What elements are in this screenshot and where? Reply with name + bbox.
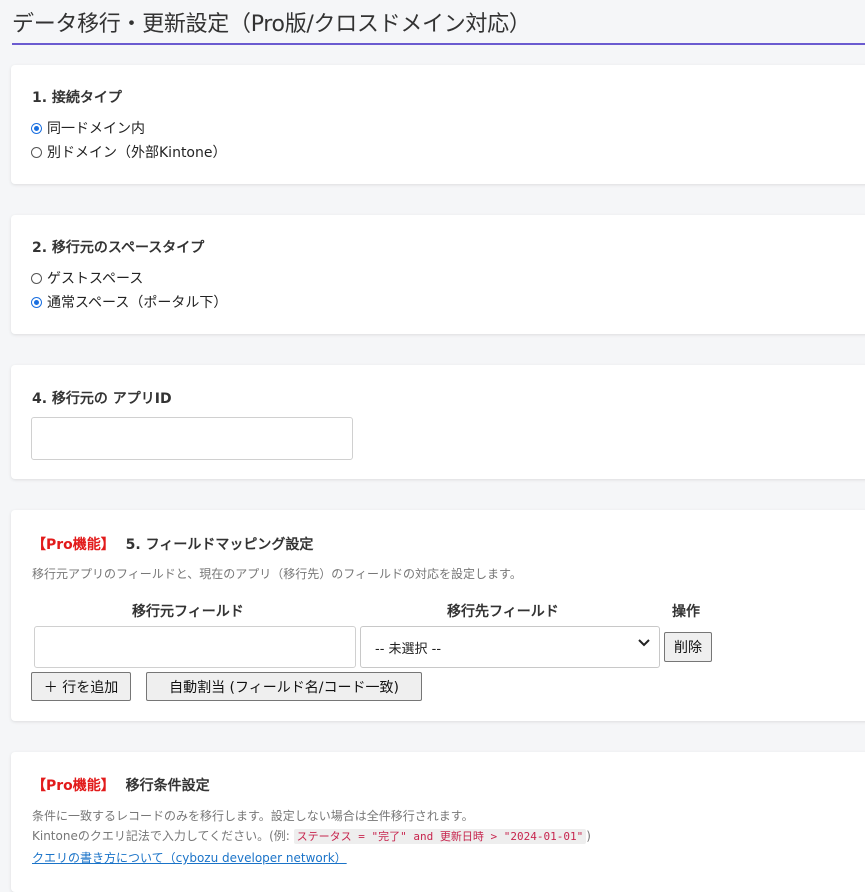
pro-badge: 【Pro機能】 xyxy=(32,537,115,553)
space-option-label: 通常スペース（ポータル下） xyxy=(47,295,228,311)
query-example-code: ステータス = "完了" and 更新日時 > "2024-01-01" xyxy=(293,829,587,844)
chevron-down-icon xyxy=(638,639,650,647)
conditions-query-hint: Kintoneのクエリ記法で入力してください。(例: ステータス = "完了" … xyxy=(32,827,591,844)
connection-option-label: 同一ドメイン内 xyxy=(47,121,145,137)
connection-option-label: 別ドメイン（外部Kintone） xyxy=(47,145,227,161)
query-help-link[interactable]: クエリの書き方について（cybozu developer network） xyxy=(32,849,347,866)
source-field-input[interactable] xyxy=(34,626,356,668)
field-mapping-description: 移行元アプリのフィールドと、現在のアプリ（移行先）のフィールドの対応を設定します… xyxy=(32,567,522,581)
app-id-input[interactable] xyxy=(31,417,353,460)
app-id-title: 4. 移行元の アプリID xyxy=(32,391,172,407)
space-option-normal[interactable]: 通常スペース（ポータル下） xyxy=(31,292,227,312)
add-row-button[interactable]: ＋ 行を追加 xyxy=(31,672,131,701)
connection-option-other-domain[interactable]: 別ドメイン（外部Kintone） xyxy=(31,142,226,162)
delete-row-button[interactable]: 削除 xyxy=(664,632,712,662)
app-id-card: 4. 移行元の アプリID xyxy=(11,365,865,479)
radio-guest-space[interactable] xyxy=(31,272,42,284)
conditions-title-text: 移行条件設定 xyxy=(125,778,210,794)
field-mapping-card: 【Pro機能】 5. フィールドマッピング設定 移行元アプリのフィールドと、現在… xyxy=(11,510,865,721)
radio-normal-space[interactable] xyxy=(31,296,42,308)
space-option-guest[interactable]: ゲストスペース xyxy=(31,268,143,288)
target-field-select-value: -- 未選択 -- xyxy=(375,641,442,657)
space-type-title: 2. 移行元のスペースタイプ xyxy=(32,240,205,256)
auto-assign-button[interactable]: 自動割当 (フィールド名/コード一致) xyxy=(146,672,422,701)
connection-type-title: 1. 接続タイプ xyxy=(32,90,122,106)
conditions-title: 【Pro機能】 移行条件設定 xyxy=(32,775,210,795)
field-mapping-title-text: 5. フィールドマッピング設定 xyxy=(125,537,314,553)
header-source-field: 移行元フィールド xyxy=(132,604,244,620)
connection-type-card: 1. 接続タイプ 同一ドメイン内 別ドメイン（外部Kintone） xyxy=(11,65,865,184)
field-mapping-title: 【Pro機能】 5. フィールドマッピング設定 xyxy=(32,534,313,554)
title-divider xyxy=(12,43,865,45)
space-type-card: 2. 移行元のスペースタイプ ゲストスペース 通常スペース（ポータル下） xyxy=(11,215,865,334)
radio-other-domain[interactable] xyxy=(31,146,42,158)
pro-badge: 【Pro機能】 xyxy=(32,778,115,794)
query-hint-suffix: ) xyxy=(586,829,591,843)
page-title: データ移行・更新設定（Pro版/クロスドメイン対応） xyxy=(12,12,531,37)
connection-option-same-domain[interactable]: 同一ドメイン内 xyxy=(31,118,145,138)
query-hint-prefix: Kintoneのクエリ記法で入力してください。(例: xyxy=(32,829,294,843)
radio-same-domain[interactable] xyxy=(31,122,42,134)
header-target-field: 移行先フィールド xyxy=(447,604,559,620)
header-action: 操作 xyxy=(672,604,700,620)
target-field-select[interactable]: -- 未選択 -- xyxy=(360,626,660,668)
conditions-card: 【Pro機能】 移行条件設定 条件に一致するレコードのみを移行します。設定しない… xyxy=(11,752,865,892)
conditions-description: 条件に一致するレコードのみを移行します。設定しない場合は全件移行されます。 xyxy=(32,809,474,823)
space-option-label: ゲストスペース xyxy=(47,271,144,287)
